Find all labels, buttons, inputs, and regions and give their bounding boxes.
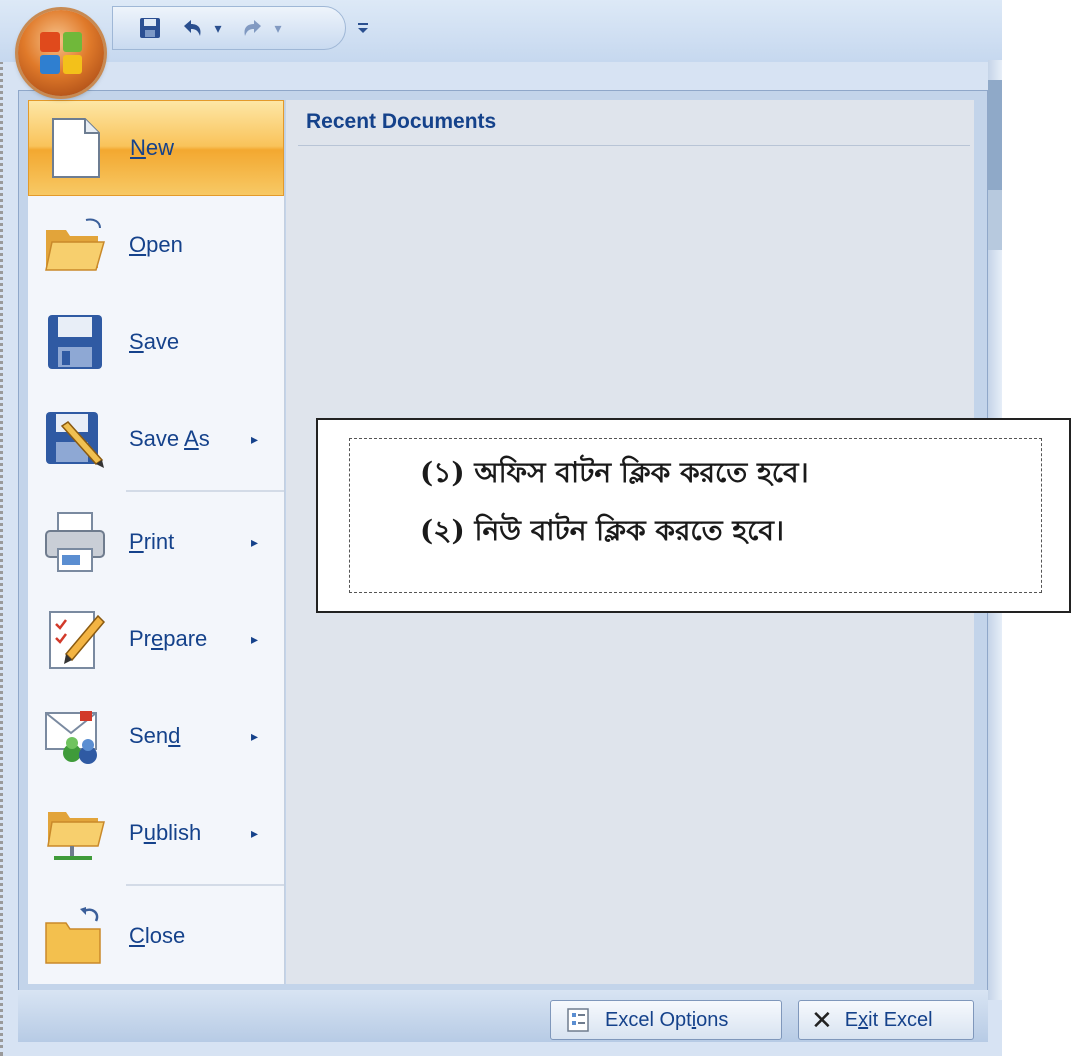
submenu-arrow-icon: ▸ — [251, 824, 259, 841]
send-email-icon — [45, 711, 97, 764]
menu-item-new[interactable]: New — [28, 100, 284, 196]
menu-item-prepare[interactable]: Prepare ▸ — [28, 591, 284, 687]
printer-icon — [45, 512, 105, 572]
quick-access-toolbar: ▾ ▾ — [112, 6, 368, 50]
menu-item-send[interactable]: Send ▸ — [28, 688, 284, 784]
recent-documents-title: Recent Documents — [306, 110, 497, 133]
save-icon[interactable] — [135, 15, 165, 41]
menu-item-close[interactable]: Close — [28, 888, 284, 984]
menu-divider — [126, 490, 284, 492]
prepare-icon — [49, 611, 106, 669]
close-folder-icon — [45, 907, 101, 964]
callout-dashed-border: (১) অফিস বাটন ক্লিক করতে হবে। (২) নিউ বা… — [349, 438, 1042, 593]
office-logo-icon — [40, 32, 82, 74]
submenu-arrow-icon: ▸ — [251, 630, 259, 647]
recent-separator — [298, 145, 970, 146]
save-disk-icon — [48, 315, 102, 369]
save-as-icon — [46, 412, 104, 468]
submenu-arrow-icon: ▸ — [251, 430, 259, 447]
undo-dropdown-icon[interactable]: ▾ — [211, 15, 225, 41]
office-menu-commands: New Open Save Save As ▸ Print ▸ Prepare … — [28, 100, 285, 984]
instruction-callout: (১) অফিস বাটন ক্লিক করতে হবে। (২) নিউ বা… — [316, 418, 1071, 613]
office-button[interactable] — [18, 10, 104, 96]
redo-dropdown-icon[interactable]: ▾ — [271, 15, 285, 41]
undo-icon[interactable] — [177, 15, 209, 41]
options-icon — [567, 1008, 589, 1032]
exit-excel-button[interactable]: ✕ Exit Excel — [798, 1000, 974, 1040]
redo-icon[interactable] — [237, 15, 267, 41]
submenu-arrow-icon: ▸ — [251, 533, 259, 550]
new-document-icon — [52, 118, 100, 178]
menu-item-print[interactable]: Print ▸ — [28, 494, 284, 590]
publish-icon — [47, 812, 105, 860]
close-icon: ✕ — [811, 1004, 833, 1035]
excel-options-button[interactable]: Excel Options — [550, 1000, 782, 1040]
open-folder-icon — [45, 218, 105, 271]
menu-item-publish[interactable]: Publish ▸ — [28, 785, 284, 881]
menu-item-open[interactable]: Open — [28, 197, 284, 293]
instruction-line-1: (১) অফিস বাটন ক্লিক করতে হবে। — [420, 456, 809, 489]
instruction-line-2: (২) নিউ বাটন ক্লিক করতে হবে। — [420, 514, 784, 547]
customize-icon[interactable] — [353, 15, 373, 41]
submenu-arrow-icon: ▸ — [251, 727, 259, 744]
menu-item-save[interactable]: Save — [28, 294, 284, 390]
menu-divider — [126, 884, 284, 886]
menu-item-save-as[interactable]: Save As ▸ — [28, 391, 284, 487]
